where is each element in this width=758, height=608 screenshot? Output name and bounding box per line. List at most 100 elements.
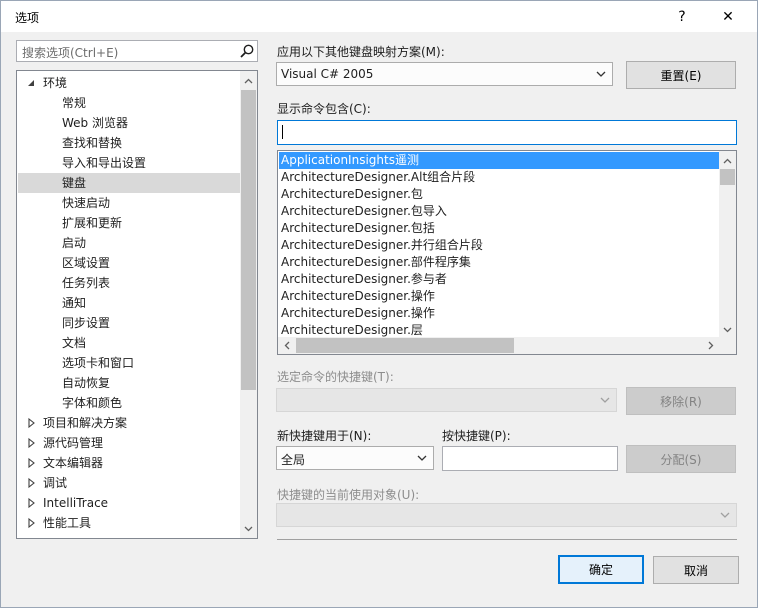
tree-item[interactable]: 性能工具 <box>18 513 240 533</box>
command-list-item[interactable]: ArchitectureDesigner.操作 <box>279 288 719 305</box>
chevron-down-icon <box>720 512 730 518</box>
chevron-down-icon <box>244 526 253 531</box>
command-filter-input[interactable] <box>277 120 737 145</box>
tree-item[interactable]: 导入和导出设置 <box>18 153 240 173</box>
command-list-item[interactable]: ArchitectureDesigner.参与者 <box>279 271 719 288</box>
tree-item[interactable]: 文本编辑器 <box>18 453 240 473</box>
tree-item-label: 扩展和更新 <box>62 216 123 230</box>
expanded-arrow-icon[interactable] <box>26 73 38 93</box>
remove-button[interactable]: 移除(R) <box>626 387 736 415</box>
tree-item[interactable]: IntelliTrace <box>18 493 240 513</box>
search-icon[interactable] <box>239 43 255 59</box>
tree-item-label: 环境 <box>43 76 68 90</box>
collapsed-arrow-icon[interactable] <box>26 473 38 493</box>
collapsed-arrow-icon[interactable] <box>26 493 38 513</box>
mapping-scheme-value: Visual C# 2005 <box>281 67 374 81</box>
chevron-up-icon <box>723 158 732 163</box>
mapping-scheme-select[interactable]: Visual C# 2005 <box>276 62 613 86</box>
tree-scrollbar[interactable] <box>240 71 257 538</box>
help-icon: ? <box>678 8 686 25</box>
tree-item[interactable]: 查找和替换 <box>18 133 240 153</box>
tree-item-label: 源代码管理 <box>43 436 104 450</box>
window-title: 选项 <box>15 11 40 25</box>
tree-item-label: 查找和替换 <box>62 136 123 150</box>
use-in-label: 新快捷键用于(N): <box>277 429 372 443</box>
ok-button[interactable]: 确定 <box>558 555 644 584</box>
tree-item[interactable]: 同步设置 <box>18 313 240 333</box>
scroll-down-arrow[interactable] <box>240 520 257 537</box>
search-input[interactable]: 搜索选项(Ctrl+E) <box>16 40 258 62</box>
collapsed-arrow-icon[interactable] <box>26 453 38 473</box>
cancel-button[interactable]: 取消 <box>653 556 739 584</box>
tree-item[interactable]: 键盘 <box>18 173 240 193</box>
tree-item[interactable]: 环境 <box>18 73 240 93</box>
collapsed-arrow-icon[interactable] <box>26 433 38 453</box>
shortcuts-label: 选定命令的快捷键(T): <box>277 370 394 384</box>
tree-item[interactable]: 字体和颜色 <box>18 393 240 413</box>
use-in-select[interactable]: 全局 <box>276 446 434 470</box>
chevron-down-icon <box>596 71 606 77</box>
command-list-vscroll-thumb[interactable] <box>720 169 735 185</box>
tree-item[interactable]: 项目和解决方案 <box>18 413 240 433</box>
chevron-right-icon <box>708 341 713 350</box>
assign-button[interactable]: 分配(S) <box>626 445 736 473</box>
text-caret <box>282 125 283 139</box>
tree-item[interactable]: 源代码管理 <box>18 433 240 453</box>
command-list-item[interactable]: ArchitectureDesigner.包导入 <box>279 203 719 220</box>
tree-item[interactable]: 通知 <box>18 293 240 313</box>
help-button[interactable]: ? <box>659 1 705 32</box>
tree-item[interactable]: 常规 <box>18 93 240 113</box>
command-list-hscroll-thumb[interactable] <box>296 338 514 353</box>
command-list-hscrollbar[interactable] <box>278 337 736 354</box>
tree-item-label: 快速启动 <box>62 196 111 210</box>
chevron-down-icon <box>417 455 427 461</box>
tree-item[interactable]: 任务列表 <box>18 273 240 293</box>
tree-item[interactable]: Web 浏览器 <box>18 113 240 133</box>
command-list-item[interactable]: ArchitectureDesigner.操作 <box>279 305 719 322</box>
tree-item-label: 性能工具 <box>43 516 92 530</box>
collapsed-arrow-icon[interactable] <box>26 513 38 533</box>
command-list[interactable]: ArchitectureDesigner.层 ArchitectureDesign… <box>277 150 737 355</box>
scroll-down-arrow[interactable] <box>719 321 736 338</box>
title-bar: 选项 ? ✕ <box>1 1 757 32</box>
command-list-item[interactable]: ArchitectureDesigner.部件程序集 <box>279 254 719 271</box>
scroll-up-arrow[interactable] <box>719 152 736 169</box>
reset-button[interactable]: 重置(E) <box>626 61 736 89</box>
tree-item-label: 常规 <box>62 96 87 110</box>
tree-item-label: 导入和导出设置 <box>62 156 147 170</box>
tree-item-label: 区域设置 <box>62 256 111 270</box>
shortcuts-select[interactable] <box>276 388 617 412</box>
use-in-value: 全局 <box>281 453 306 467</box>
close-icon: ✕ <box>722 8 734 25</box>
tree-item-label: 键盘 <box>62 176 87 190</box>
tree-item[interactable]: 启动 <box>18 233 240 253</box>
tree-item[interactable]: 区域设置 <box>18 253 240 273</box>
current-use-select[interactable] <box>276 503 737 527</box>
scroll-right-arrow[interactable] <box>702 337 719 354</box>
tree-item[interactable]: 调试 <box>18 473 240 493</box>
close-button[interactable]: ✕ <box>705 1 751 32</box>
command-list-item[interactable]: ArchitectureDesigner.包括 <box>279 220 719 237</box>
press-shortcut-input[interactable] <box>442 446 618 471</box>
command-list-item[interactable]: ApplicationInsights遥测 <box>279 152 719 169</box>
collapsed-arrow-icon[interactable] <box>26 413 38 433</box>
command-list-item[interactable]: ArchitectureDesigner.并行组合片段 <box>279 237 719 254</box>
command-list-item[interactable]: ArchitectureDesigner.包 <box>279 186 719 203</box>
search-placeholder: 搜索选项(Ctrl+E) <box>22 46 119 60</box>
scroll-up-arrow[interactable] <box>240 72 257 89</box>
tree-item[interactable]: 快速启动 <box>18 193 240 213</box>
tree-item[interactable]: 文档 <box>18 333 240 353</box>
tree-item[interactable]: 选项卡和窗口 <box>18 353 240 373</box>
commands-label: 显示命令包含(C): <box>277 102 371 116</box>
command-list-vscrollbar[interactable] <box>719 151 736 339</box>
tree-item-label: 自动恢复 <box>62 376 111 390</box>
tree-item[interactable]: 扩展和更新 <box>18 213 240 233</box>
options-tree[interactable]: 性能工具 IntelliTrace 调试 文本编辑器 源代码管理 项目和解决方案 字体和颜色… <box>16 70 258 539</box>
scroll-left-arrow[interactable] <box>278 337 295 354</box>
tree-item[interactable]: 自动恢复 <box>18 373 240 393</box>
tree-scroll-thumb[interactable] <box>241 90 256 390</box>
command-list-item[interactable]: ArchitectureDesigner.Alt组合片段 <box>279 169 719 186</box>
tree-item-label: 调试 <box>43 476 68 490</box>
tree-item-label: 同步设置 <box>62 316 111 330</box>
options-dialog: 选项 ? ✕ 搜索选项(Ctrl+E) 性能工具 IntelliTrace 调试 文本… <box>0 0 758 608</box>
